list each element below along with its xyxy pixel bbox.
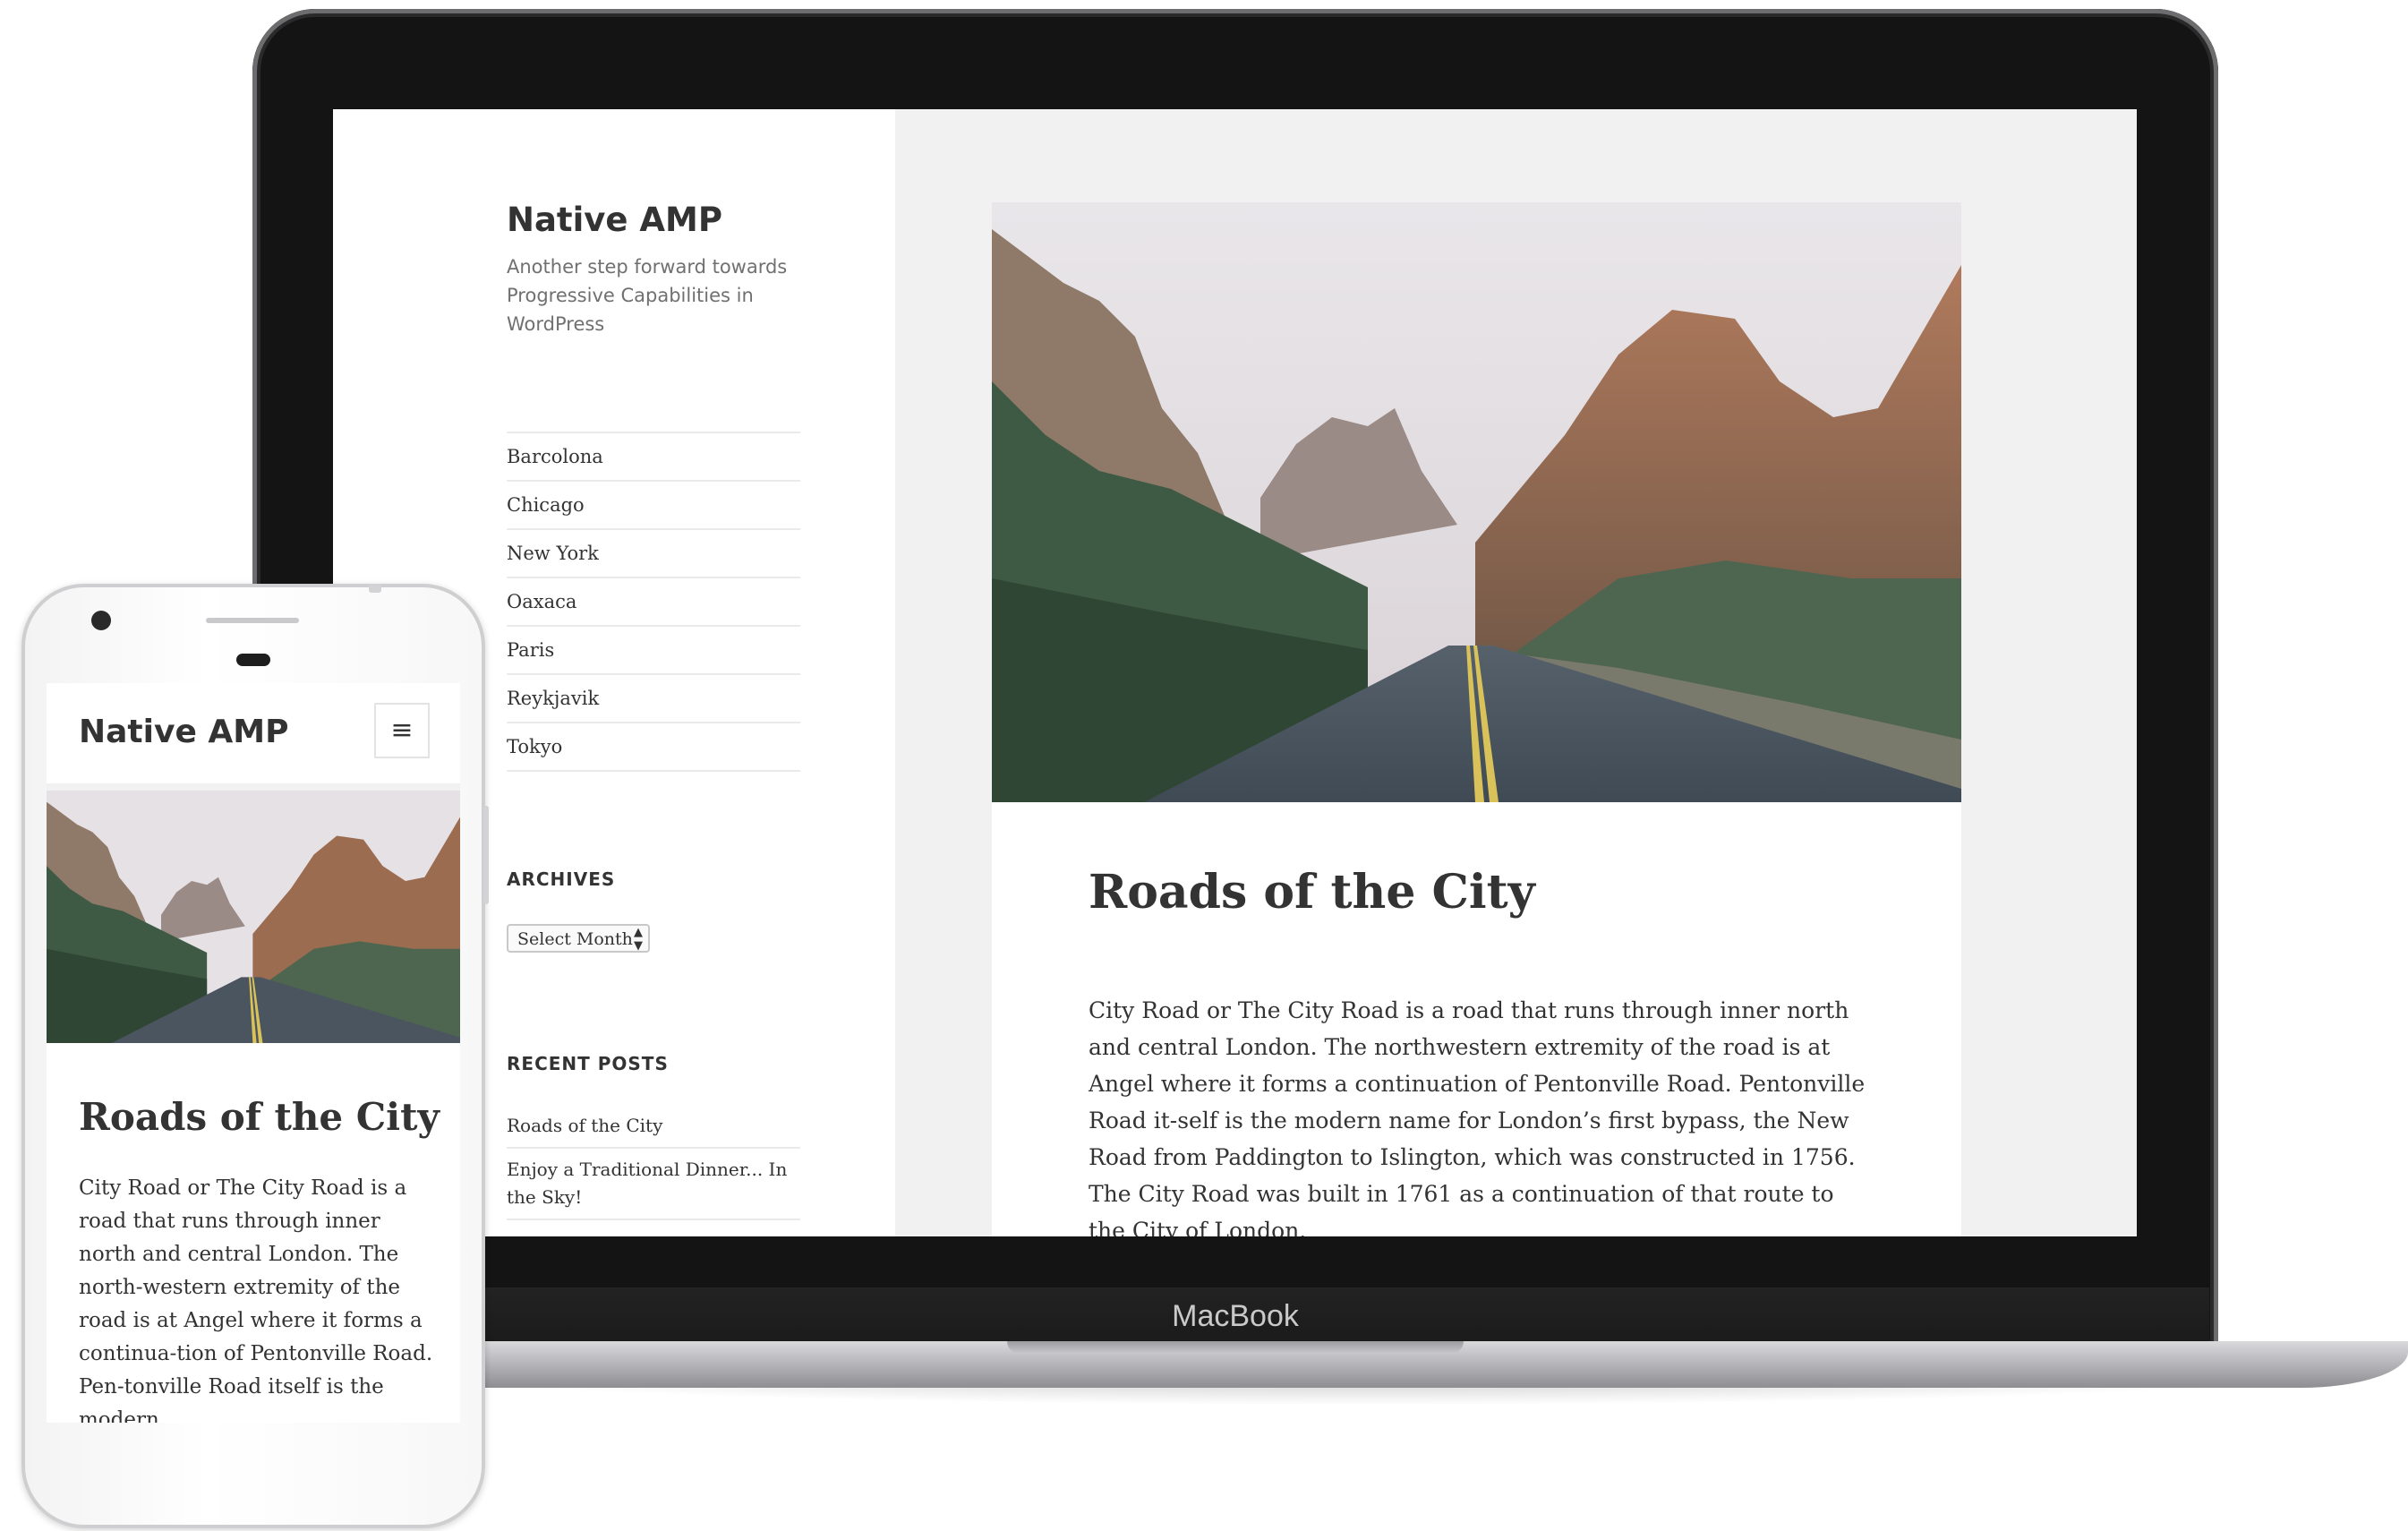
laptop-hinge-notch (1007, 1341, 1464, 1354)
hamburger-icon[interactable]: ≡ (374, 703, 430, 758)
menu-item[interactable]: Chicago (507, 482, 800, 530)
laptop-brand-label: MacBook (1172, 1299, 1299, 1333)
archives-select[interactable]: Select Month ▲ ▼ (507, 924, 650, 953)
select-arrows-icon: ▲ ▼ (634, 926, 643, 953)
mobile-featured-image (47, 791, 460, 1043)
recent-posts-list: Roads of the City Enjoy a Traditional Di… (507, 1105, 800, 1220)
mobile-screen: Native AMP ≡ Roads of the City City Road… (47, 683, 460, 1423)
desktop-screen: Native AMP Another step forward towards … (333, 109, 2137, 1236)
site-description: Another step forward towards Progressive… (507, 256, 788, 335)
phone-top-button (369, 584, 381, 593)
city-menu: Barcolona Chicago New York Oaxaca Paris … (507, 432, 800, 772)
menu-item[interactable]: Oaxaca (507, 578, 800, 627)
mobile-site-title[interactable]: Native AMP (79, 714, 288, 750)
recent-posts-heading: RECENT POSTS (507, 1053, 669, 1074)
phone-speaker (206, 618, 299, 623)
phone-camera-icon (91, 611, 111, 630)
phone-side-button (483, 806, 489, 904)
menu-item[interactable]: Paris (507, 627, 800, 675)
phone-sensor (236, 654, 270, 666)
menu-item[interactable]: Reykjavik (507, 675, 800, 723)
archives-select-value: Select Month (517, 929, 633, 949)
mobile-header: Native AMP ≡ (47, 683, 460, 783)
post-card: Roads of the City City Road or The City … (992, 202, 1961, 1236)
mobile-post-card: Roads of the City City Road or The City … (47, 1043, 460, 1423)
archives-heading: ARCHIVES (507, 868, 616, 890)
mobile-post-body: City Road or The City Road is a road tha… (79, 1176, 433, 1423)
recent-post-link[interactable]: Roads of the City (507, 1105, 800, 1149)
post-title[interactable]: Roads of the City (1089, 865, 1535, 919)
recent-post-link[interactable]: Enjoy a Traditional Dinner... In the Sky… (507, 1149, 800, 1220)
site-title[interactable]: Native AMP (507, 201, 722, 239)
menu-item[interactable]: Tokyo (507, 723, 800, 772)
post-body: City Road or The City Road is a road tha… (1089, 997, 1866, 1236)
menu-item[interactable]: New York (507, 530, 800, 578)
post-featured-image (992, 202, 1961, 802)
menu-item[interactable]: Barcolona (507, 433, 800, 482)
mobile-post-title[interactable]: Roads of the City (79, 1095, 440, 1139)
